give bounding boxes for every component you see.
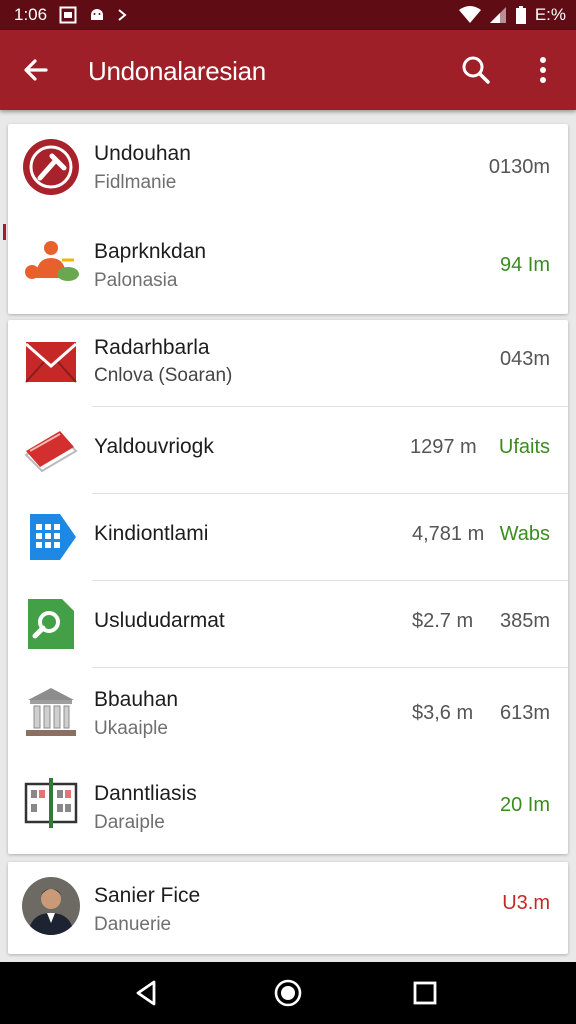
list-item-secondary-value: 385m [499,610,550,632]
list-item[interactable]: Danntliasis Daraiple 20 Im [8,760,568,854]
list-item-subtitle: Fidlmanie [94,172,177,193]
list-item[interactable]: Radarhbarla Cnlova (Soaran) 043m [8,320,568,406]
list-item-title: Sanier Fice [94,884,201,907]
list-item-title: Undouhan [94,142,191,165]
green-file-search-icon [22,595,80,653]
navigation-bar [0,962,576,1024]
list-item-value: U3.m [502,892,550,914]
list-item-value: $2.7 m [412,610,474,632]
people-group-icon [22,234,80,292]
more-options-icon[interactable] [530,54,556,86]
list-item-status: Wabs [499,523,550,545]
battery-icon [515,6,527,24]
nav-recents-icon[interactable] [410,978,440,1008]
mail-envelope-icon [22,334,80,392]
wifi-icon [458,6,481,24]
list-item-value: $3,6 m [412,702,474,724]
nav-home-icon[interactable] [273,978,303,1008]
list-item-title: Yaldouvriogk [94,435,214,458]
list-item[interactable]: Baprknkdan Palonasia 94 Im [8,220,568,314]
avatar [22,877,80,935]
list-card-2: Radarhbarla Cnlova (Soaran) 043m Yaldouv… [8,320,568,854]
signal-icon [489,6,507,24]
app-bar: Undonalaresian [0,30,576,110]
list-item-title: Baprknkdan [94,240,207,263]
battery-percent: E:% [534,5,566,24]
list-item-title: Bbauhan [94,688,179,711]
film-board-icon [22,774,80,832]
list-item-subtitle: Daraiple [94,812,165,833]
list-item-value: 20 Im [499,794,550,816]
list-item-value: 0130m [488,156,550,178]
red-book-icon [22,421,80,479]
list-item-subtitle: Ukaaiple [94,718,168,739]
list-item[interactable]: Sanier Fice Danuerie U3.m [8,862,568,954]
list-item-secondary-value: 613m [499,702,550,724]
list-item-subtitle: Danuerie [94,914,172,935]
list-item-title: Danntliasis [94,782,197,805]
back-arrow-icon[interactable] [20,54,52,86]
list-card-1: Undouhan Fidlmanie 0130m Baprknkdan Palo… [8,124,568,314]
list-item-title: Kindiontlami [94,522,209,545]
status-time: 1:06 [14,5,48,24]
list-item-title: Radarhbarla [94,336,210,359]
list-item-title: Uslududarmat [94,609,225,632]
bank-building-icon [22,684,80,742]
list-item[interactable]: Undouhan Fidlmanie 0130m [8,124,568,218]
list-item[interactable]: Uslududarmat $2.7 m 385m [8,581,568,667]
status-bar: 1:06 E:% [0,0,576,30]
image-notification-icon [59,6,77,24]
list-item-subtitle: Palonasia [94,270,178,291]
search-icon[interactable] [460,54,492,86]
scroll-edge-marker [3,224,6,240]
list-item-status: Ufaits [498,436,550,458]
nav-back-icon[interactable] [132,978,162,1008]
list-item[interactable]: Kindiontlami 4,781 m Wabs [8,494,568,580]
chevron-right-icon [117,9,127,21]
list-item-value: 1297 m [410,436,477,458]
list-item-value: 043m [499,348,550,370]
list-item-value: 94 Im [499,254,550,276]
app-title: Undonalaresian [88,56,266,86]
list-item[interactable]: Bbauhan Ukaaiple $3,6 m 613m [8,668,568,760]
android-notification-icon [89,6,105,24]
blue-calendar-icon [22,508,80,566]
list-item[interactable]: Yaldouvriogk 1297 m Ufaits [8,407,568,493]
list-card-3: Sanier Fice Danuerie U3.m [8,862,568,954]
list-item-value: 4,781 m [412,523,485,545]
red-circle-logo-icon [22,138,80,196]
list-item-subtitle: Cnlova (Soaran) [94,365,233,386]
